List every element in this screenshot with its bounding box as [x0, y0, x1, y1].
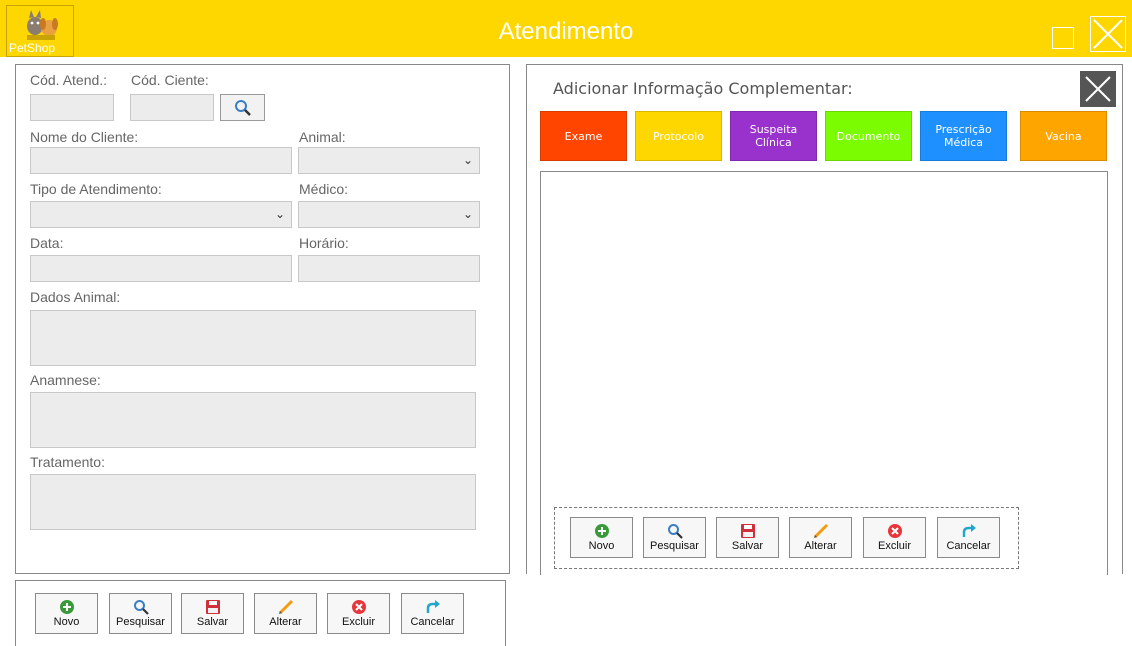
alterar-label: Alterar — [804, 540, 837, 552]
category-prescricao-medica-button[interactable]: Prescrição Médica — [920, 111, 1007, 161]
medico-label: Médico: — [299, 181, 349, 197]
horario-label: Horário: — [299, 235, 349, 251]
novo-label: Novo — [53, 616, 80, 628]
magnifier-icon — [133, 600, 149, 615]
window-title: Atendimento — [498, 18, 634, 45]
pesquisar-label: Pesquisar — [116, 616, 165, 628]
tratamento-label: Tratamento: — [30, 454, 105, 470]
dados-animal-label: Dados Animal: — [30, 289, 121, 305]
novo-button[interactable]: Novo — [35, 593, 98, 634]
cancelar-label: Cancelar — [946, 540, 991, 552]
category-exame-button[interactable]: Exame — [540, 111, 627, 161]
alterar-label: Alterar — [269, 616, 302, 628]
pencil-icon — [813, 523, 828, 539]
nome-cliente-field[interactable] — [30, 147, 292, 174]
pesquisar-button[interactable]: Pesquisar — [109, 593, 172, 634]
medico-select[interactable]: ⌄ — [298, 201, 480, 228]
complementary-content-area: Novo Pesquisar Salvar Alterar Excluir Ca… — [540, 171, 1108, 575]
x-circle-icon — [351, 600, 366, 614]
anamnese-textarea[interactable] — [30, 392, 476, 448]
salvar-label: Salvar — [196, 616, 229, 628]
close-icon — [1085, 76, 1111, 102]
animal-select[interactable]: ⌄ — [298, 147, 480, 174]
anamnese-label: Anamnese: — [30, 372, 101, 388]
nome-cliente-label: Nome do Cliente: — [30, 129, 139, 145]
floppy-disk-icon — [205, 600, 220, 614]
chevron-down-icon: ⌄ — [462, 207, 473, 221]
category-suspeita-clinica-button[interactable]: Suspeita Clínica — [730, 111, 817, 161]
alterar-button[interactable]: Alterar — [254, 593, 317, 634]
salvar-label: Salvar — [731, 540, 764, 552]
complementary-info-panel: Adicionar Informação Complementar: Exame… — [526, 64, 1123, 575]
alterar-button[interactable]: Alterar — [789, 517, 852, 558]
category-vacina-button[interactable]: Vacina — [1020, 111, 1107, 161]
category-protocolo-button[interactable]: Protocolo — [635, 111, 722, 161]
chevron-down-icon: ⌄ — [274, 207, 285, 221]
tipo-atendimento-label: Tipo de Atendimento: — [30, 181, 162, 197]
x-circle-icon — [887, 524, 902, 538]
redo-arrow-icon — [426, 600, 440, 613]
cancelar-button[interactable]: Cancelar — [937, 517, 1000, 558]
chevron-down-icon: ⌄ — [462, 153, 473, 167]
excluir-button[interactable]: Excluir — [327, 593, 390, 634]
plus-circle-icon — [59, 600, 74, 614]
novo-button[interactable]: Novo — [570, 517, 633, 558]
magnifier-icon — [235, 100, 251, 116]
pesquisar-label: Pesquisar — [650, 540, 699, 552]
cod-cliente-label: Cód. Ciente: — [131, 72, 209, 88]
pencil-icon — [278, 599, 293, 615]
salvar-button[interactable]: Salvar — [716, 517, 779, 558]
floppy-disk-icon — [740, 524, 755, 538]
close-icon — [1093, 19, 1123, 49]
complementary-info-title: Adicionar Informação Complementar: — [553, 79, 853, 98]
complementary-toolbar: Novo Pesquisar Salvar Alterar Excluir Ca… — [554, 507, 1019, 569]
title-bar: PetShop Atendimento — [0, 0, 1132, 57]
cod-cliente-field[interactable] — [130, 94, 214, 121]
excluir-label: Excluir — [341, 616, 375, 628]
pesquisar-button[interactable]: Pesquisar — [643, 517, 706, 558]
atendimento-form-panel: Cód. Atend.: Cód. Ciente: Nome do Client… — [15, 64, 510, 574]
cancelar-label: Cancelar — [410, 616, 455, 628]
magnifier-icon — [667, 524, 683, 539]
excluir-label: Excluir — [877, 540, 911, 552]
redo-arrow-icon — [962, 524, 976, 537]
dados-animal-textarea[interactable] — [30, 310, 476, 366]
close-window-button[interactable] — [1090, 16, 1126, 52]
cod-atend-field[interactable] — [30, 94, 114, 121]
plus-circle-icon — [594, 524, 609, 538]
cancelar-button[interactable]: Cancelar — [401, 593, 464, 634]
cod-atend-label: Cód. Atend.: — [30, 72, 108, 88]
category-documento-button[interactable]: Documento — [825, 111, 912, 161]
main-toolbar: Novo Pesquisar Salvar Alterar Excluir Ca… — [15, 580, 506, 646]
tratamento-textarea[interactable] — [30, 474, 476, 530]
salvar-button[interactable]: Salvar — [181, 593, 244, 634]
close-panel-button[interactable] — [1080, 71, 1116, 107]
excluir-button[interactable]: Excluir — [863, 517, 926, 558]
maximize-button[interactable] — [1052, 27, 1074, 49]
tipo-atendimento-select[interactable]: ⌄ — [30, 201, 292, 228]
animal-label: Animal: — [299, 129, 346, 145]
data-label: Data: — [30, 235, 64, 251]
data-field[interactable] — [30, 255, 292, 282]
novo-label: Novo — [588, 540, 615, 552]
search-client-button[interactable] — [220, 94, 265, 121]
horario-field[interactable] — [298, 255, 480, 282]
